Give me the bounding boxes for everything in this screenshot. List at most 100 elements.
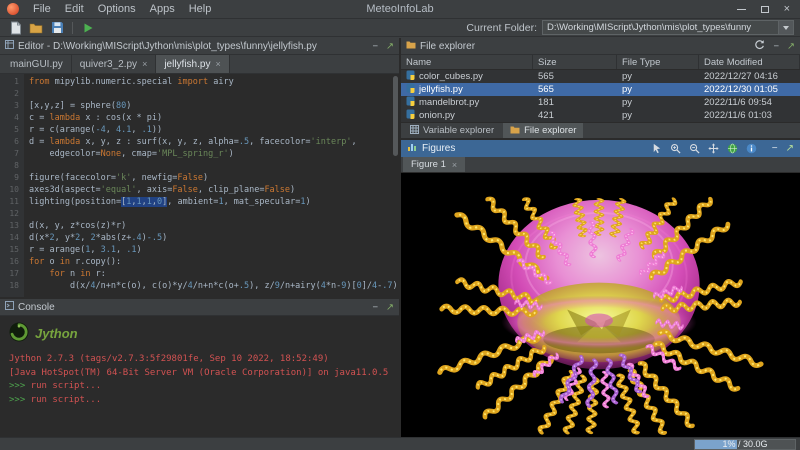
file-row-color_cubes.py[interactable]: color_cubes.py 565 py 2022/12/27 04:16 bbox=[401, 70, 800, 83]
float-icon[interactable]: ↗ bbox=[787, 41, 795, 52]
current-folder-box: Current Folder: D:\Working\MIScript\Jyth… bbox=[466, 20, 794, 35]
editor-scrollbar[interactable] bbox=[392, 74, 399, 297]
full-extent-icon[interactable] bbox=[726, 142, 739, 155]
combo-dropdown-icon[interactable] bbox=[778, 21, 793, 34]
refresh-icon[interactable] bbox=[754, 39, 765, 53]
tab-figure-1[interactable]: Figure 1 × bbox=[403, 157, 466, 172]
code-line[interactable]: 11 lighting(position=[1,1,1,0], ambient=1… bbox=[0, 196, 399, 208]
code-line[interactable]: 18 d(x/4/n+n*c(o), c(o)*y/4/n+n*c(o+.5),… bbox=[0, 280, 399, 292]
column-header-date-modified[interactable]: Date Modified bbox=[699, 55, 800, 69]
code-line[interactable]: 10 axes3d(aspect='equal', axis=False, cli… bbox=[0, 184, 399, 196]
console-output-area[interactable]: Jython Jython 2.7.3 (tags/v2.7.3:5f29801… bbox=[0, 316, 399, 437]
console-panel-icon bbox=[5, 301, 14, 313]
figure-canvas[interactable] bbox=[401, 173, 800, 437]
title-bar: File Edit Options Apps Help MeteoInfoLab × bbox=[0, 0, 800, 19]
code-area: 1 from mipylib.numeric.special import air… bbox=[0, 76, 399, 292]
code-line[interactable]: 6d = lambda x, y, z : surf(x, y, z, alph… bbox=[0, 136, 399, 148]
code-line[interactable]: 3 [x,y,z] = sphere(80) bbox=[0, 100, 399, 112]
app-logo-icon bbox=[7, 3, 19, 15]
console-line: >>> run script... bbox=[9, 381, 102, 391]
float-icon[interactable]: ↗ bbox=[386, 41, 394, 52]
file-row-mandelbrot.py[interactable]: mandelbrot.py 181 py 2022/11/6 09:54 bbox=[401, 96, 800, 109]
save-file-button[interactable] bbox=[48, 20, 66, 36]
minimize-icon[interactable]: − bbox=[772, 143, 778, 154]
menu-edit[interactable]: Edit bbox=[58, 0, 91, 18]
scrollbar-thumb[interactable] bbox=[393, 76, 398, 156]
toolbar-separator bbox=[72, 21, 73, 34]
code-line[interactable]: 13 d(x, y, z*cos(z)*r) bbox=[0, 220, 399, 232]
code-line[interactable]: 4c = lambda x : cos(x * pi) bbox=[0, 112, 399, 124]
column-header-name[interactable]: Name bbox=[401, 55, 533, 69]
file-row-jellyfish.py[interactable]: jellyfish.py 565 py 2022/12/30 01:05 bbox=[401, 83, 800, 96]
status-bar: 1% / 30.0G bbox=[0, 437, 800, 450]
editor-tab-mainGUI.py[interactable]: mainGUI.py bbox=[2, 55, 72, 73]
memory-usage-text: 1% / 30.0G bbox=[722, 439, 768, 449]
tab-variable-explorer[interactable]: Variable explorer bbox=[403, 123, 501, 138]
pan-icon[interactable] bbox=[707, 142, 720, 155]
window-minimize-icon[interactable] bbox=[736, 8, 746, 10]
minimize-icon[interactable]: − bbox=[773, 41, 779, 52]
jython-logo-row: Jython bbox=[9, 322, 390, 345]
menu-help[interactable]: Help bbox=[182, 0, 219, 18]
code-line[interactable]: 12 bbox=[0, 208, 399, 220]
main-toolbar: Current Folder: D:\Working\MIScript\Jyth… bbox=[0, 19, 800, 37]
select-icon[interactable] bbox=[650, 142, 663, 155]
console-title: Console bbox=[18, 301, 55, 313]
float-icon[interactable]: ↗ bbox=[786, 143, 794, 154]
tab-close-icon[interactable]: × bbox=[215, 59, 220, 69]
figures-panel: Figures − ↗ Figure 1 × bbox=[401, 140, 800, 437]
figures-toolbar: − ↗ bbox=[650, 142, 794, 155]
window-close-icon[interactable]: × bbox=[784, 4, 790, 15]
code-editor[interactable]: 1 from mipylib.numeric.special import air… bbox=[0, 74, 399, 297]
window-controls: × bbox=[736, 4, 800, 15]
current-folder-value[interactable]: D:\Working\MIScript\Jython\mis\plot_type… bbox=[543, 22, 778, 33]
memory-indicator[interactable]: 1% / 30.0G bbox=[694, 438, 796, 450]
identify-icon[interactable] bbox=[745, 142, 758, 155]
zoom-in-icon[interactable] bbox=[669, 142, 682, 155]
python-file-icon bbox=[406, 83, 415, 96]
zoom-out-icon[interactable] bbox=[688, 142, 701, 155]
menu-bar-items: File Edit Options Apps Help bbox=[26, 0, 218, 18]
menu-apps[interactable]: Apps bbox=[143, 0, 182, 18]
minimize-icon[interactable]: − bbox=[372, 41, 378, 52]
explorer-bottom-tabs: Variable explorer File explorer bbox=[401, 122, 800, 138]
file-row-onion.py[interactable]: onion.py 421 py 2022/11/6 01:03 bbox=[401, 109, 800, 122]
folder-icon bbox=[510, 125, 520, 137]
column-header-file-type[interactable]: File Type bbox=[617, 55, 699, 69]
new-file-button[interactable] bbox=[6, 20, 24, 36]
run-script-button[interactable] bbox=[79, 20, 97, 36]
code-line[interactable]: 15 r = arange(1, 3.1, .1) bbox=[0, 244, 399, 256]
python-file-icon bbox=[406, 70, 415, 83]
code-line[interactable]: 14 d(x*2, y*2, 2*abs(z+.4)-.5) bbox=[0, 232, 399, 244]
code-line[interactable]: 1 from mipylib.numeric.special import air… bbox=[0, 76, 399, 88]
editor-tab-quiver3_2.py[interactable]: quiver3_2.py × bbox=[71, 55, 157, 73]
window-maximize-icon[interactable] bbox=[760, 5, 769, 13]
editor-tab-jellyfish.py[interactable]: jellyfish.py × bbox=[156, 55, 230, 73]
figures-panel-header: Figures − ↗ bbox=[401, 140, 800, 157]
code-line[interactable]: 17 for n in r: bbox=[0, 268, 399, 280]
column-header-size[interactable]: Size bbox=[533, 55, 617, 69]
file-explorer-title: File explorer bbox=[420, 40, 476, 52]
console-line: [Java HotSpot(TM) 64-Bit Server VM (Orac… bbox=[9, 367, 389, 378]
code-line[interactable]: 5r = c(arange(-4, 4.1, .1)) bbox=[0, 124, 399, 136]
menu-file[interactable]: File bbox=[26, 0, 58, 18]
console-line: Jython 2.7.3 (tags/v2.7.3:5f29801fe, Sep… bbox=[9, 354, 329, 364]
console-line: >>> run script... bbox=[9, 394, 102, 405]
current-folder-combobox[interactable]: D:\Working\MIScript\Jython\mis\plot_type… bbox=[542, 20, 794, 35]
python-file-icon bbox=[406, 96, 415, 109]
tab-file-explorer[interactable]: File explorer bbox=[503, 123, 584, 138]
tab-close-icon[interactable]: × bbox=[452, 160, 457, 170]
code-line[interactable]: 9 figure(facecolor='k', newfig=False) bbox=[0, 172, 399, 184]
editor-panel-header: Editor - D:\Working\MIScript\Jython\mis\… bbox=[0, 38, 399, 55]
tab-close-icon[interactable]: × bbox=[142, 59, 147, 69]
open-file-button[interactable] bbox=[27, 20, 45, 36]
jython-logo-icon bbox=[9, 322, 29, 345]
menu-options[interactable]: Options bbox=[91, 0, 143, 18]
float-icon[interactable]: ↗ bbox=[386, 302, 394, 313]
code-line[interactable]: 16 for o in r.copy(): bbox=[0, 256, 399, 268]
code-line[interactable]: 2 bbox=[0, 88, 399, 100]
code-line[interactable]: 7 edgecolor=None, cmap='MPL_spring_r') bbox=[0, 148, 399, 160]
code-line[interactable]: 8 bbox=[0, 160, 399, 172]
figures-panel-icon bbox=[407, 142, 417, 155]
minimize-icon[interactable]: − bbox=[372, 302, 378, 313]
